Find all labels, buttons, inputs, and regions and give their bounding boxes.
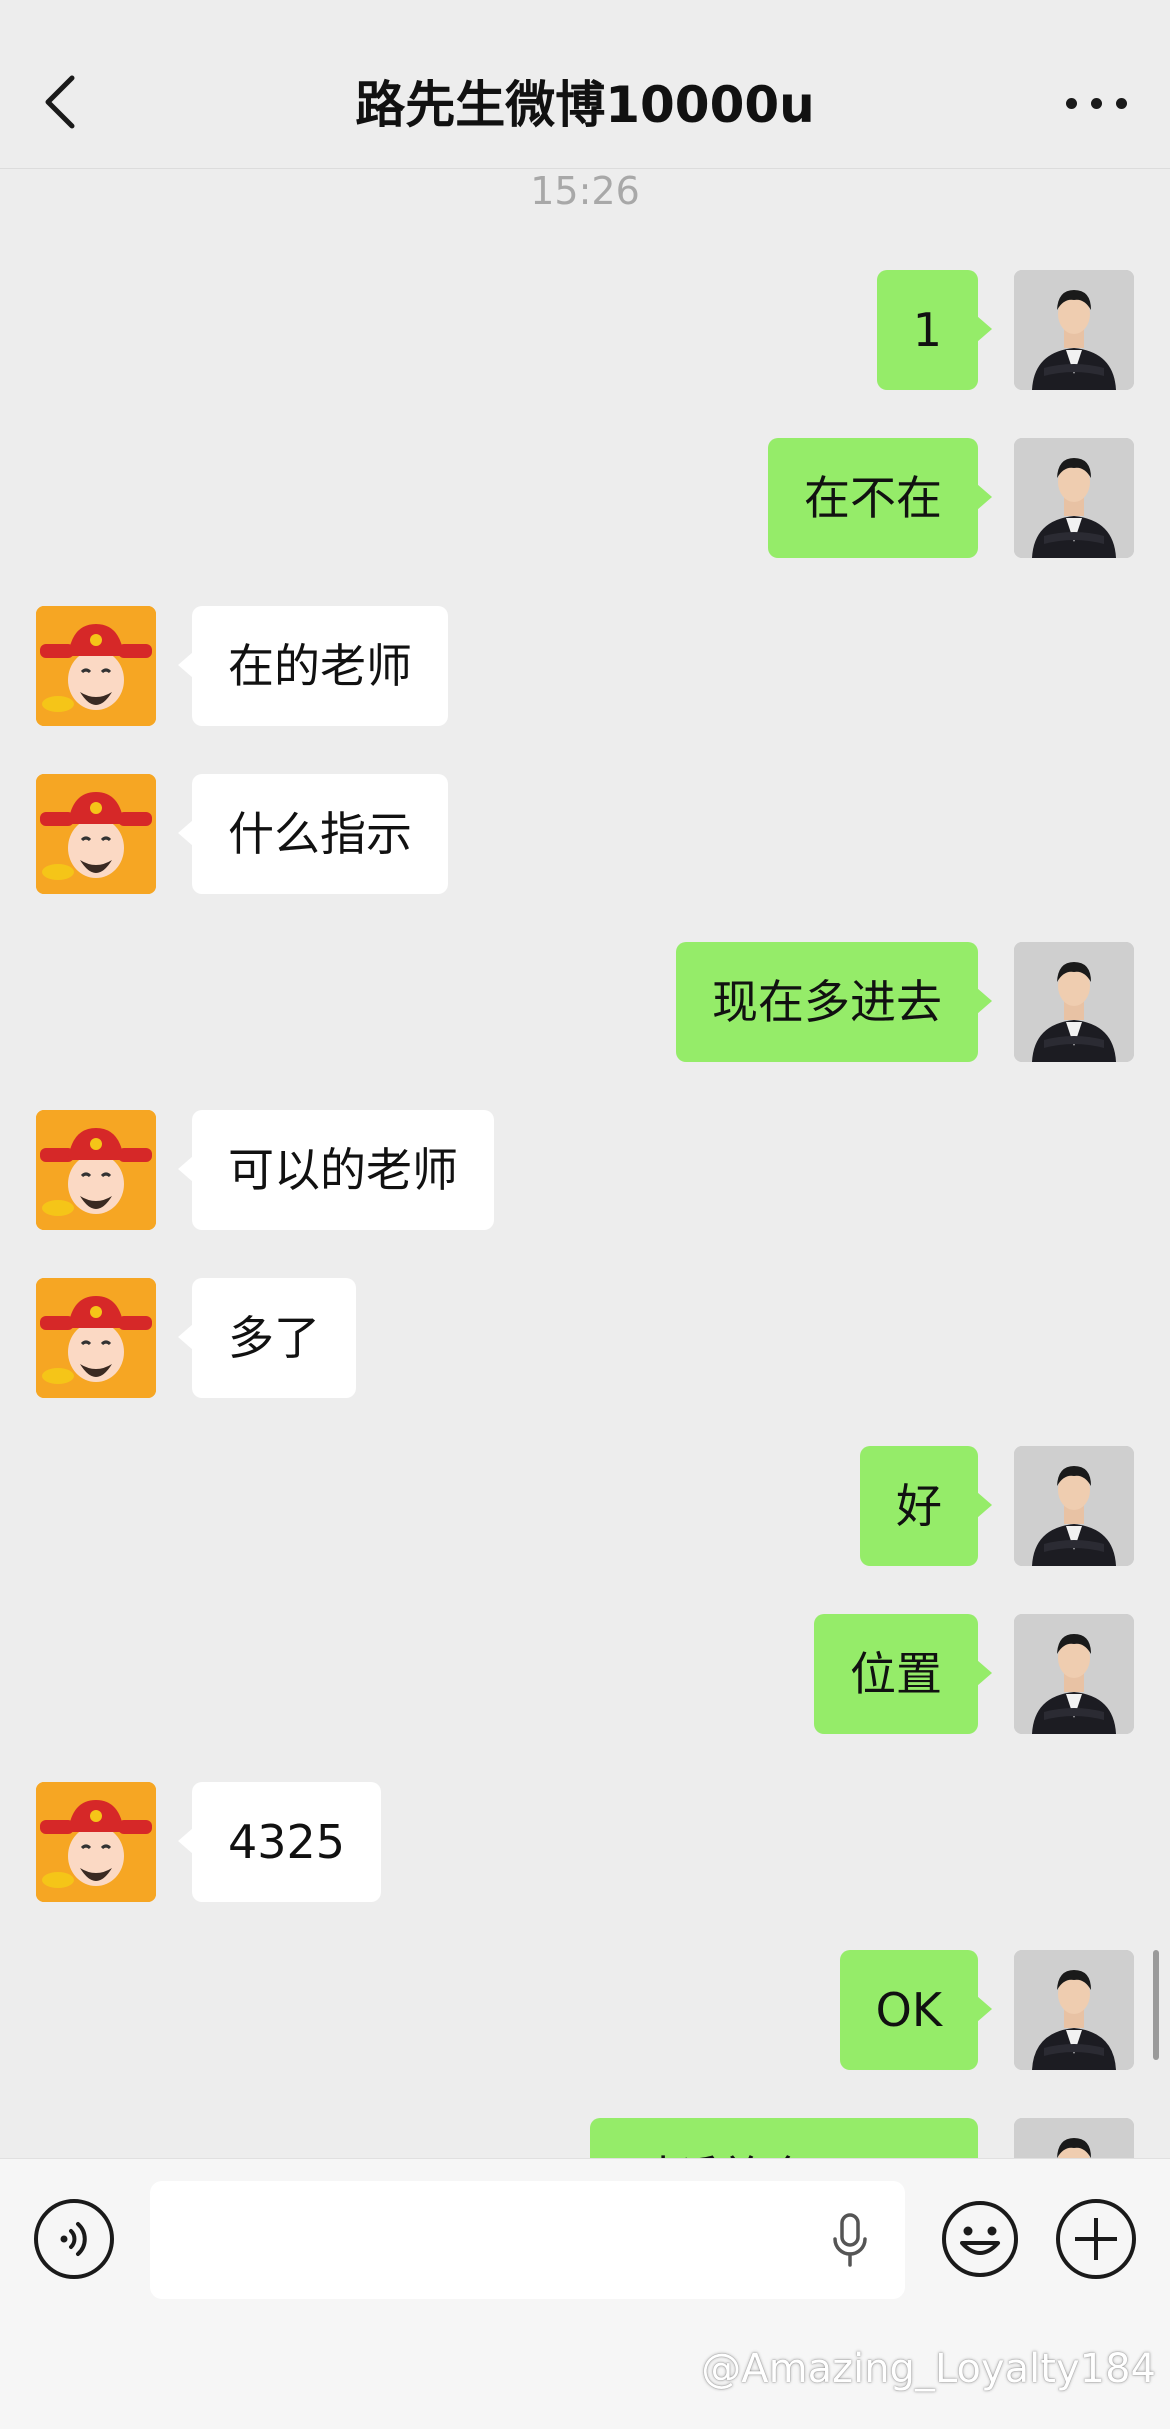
god-of-wealth-icon [36, 606, 156, 726]
message-bubble[interactable]: 什么指示 [178, 774, 448, 894]
message-sent: 现在多进去 [0, 942, 1170, 1062]
person-photo-icon [1014, 1950, 1134, 2070]
self-avatar[interactable] [1014, 1614, 1134, 1734]
contact-avatar[interactable] [36, 774, 156, 894]
message-timestamp: 15:26 [530, 169, 640, 213]
person-photo-icon [1014, 1614, 1134, 1734]
god-of-wealth-icon [36, 1110, 156, 1230]
microphone-icon[interactable] [830, 2211, 870, 2271]
plus-button[interactable] [1056, 2199, 1136, 2279]
chat-header: 路先生微博10000u [0, 0, 1170, 169]
self-avatar[interactable] [1014, 270, 1134, 390]
message-list[interactable]: 15:26 1 在不在 在的老师 什么指示 现在多进去 可以的老师 多了 好 位… [0, 0, 1170, 2160]
emoji-icon [942, 2201, 1018, 2277]
person-photo-icon [1014, 438, 1134, 558]
message-bubble[interactable]: 多了 [178, 1278, 356, 1398]
contact-avatar[interactable] [36, 606, 156, 726]
contact-avatar[interactable] [36, 1110, 156, 1230]
person-photo-icon [1014, 2118, 1134, 2160]
self-avatar[interactable] [1014, 942, 1134, 1062]
message-received: 可以的老师 [0, 1110, 1170, 1230]
contact-avatar[interactable] [36, 1782, 156, 1902]
message-bubble[interactable]: OK [839, 1950, 993, 2070]
message-bubble[interactable]: 时廷总仓 2312 [590, 2118, 978, 2160]
person-photo-icon [1014, 1446, 1134, 1566]
message-sent: 在不在 [0, 438, 1170, 558]
message-bubble[interactable]: 现在多进去 [676, 942, 992, 1062]
chevron-left-icon [45, 75, 75, 129]
voice-icon [60, 2222, 87, 2256]
more-button[interactable] [1062, 88, 1132, 118]
watermark: @Amazing_Loyalty184 [701, 2346, 1156, 2392]
back-button[interactable] [40, 66, 84, 142]
voice-button[interactable] [34, 2199, 114, 2279]
more-dots-icon [1066, 98, 1077, 109]
self-avatar[interactable] [1014, 2118, 1134, 2160]
message-bubble[interactable]: 位置 [814, 1614, 992, 1734]
message-received: 在的老师 [0, 606, 1170, 726]
message-sent: 好 [0, 1446, 1170, 1566]
message-bubble[interactable]: 1 [876, 270, 993, 390]
message-received: 4325 [0, 1782, 1170, 1902]
god-of-wealth-icon [36, 1278, 156, 1398]
message-bubble[interactable]: 可以的老师 [178, 1110, 494, 1230]
self-avatar[interactable] [1014, 1446, 1134, 1566]
message-received: 什么指示 [0, 774, 1170, 894]
message-sent: 1 [0, 270, 1170, 390]
self-avatar[interactable] [1014, 438, 1134, 558]
god-of-wealth-icon [36, 1782, 156, 1902]
contact-avatar[interactable] [36, 1278, 156, 1398]
message-received: 多了 [0, 1278, 1170, 1398]
message-sent: 位置 [0, 1614, 1170, 1734]
emoji-button[interactable] [940, 2199, 1020, 2279]
person-photo-icon [1014, 942, 1134, 1062]
scrollbar[interactable] [1153, 1950, 1159, 2060]
chat-title: 路先生微博10000u [355, 76, 815, 134]
person-photo-icon [1014, 270, 1134, 390]
god-of-wealth-icon [36, 774, 156, 894]
message-bubble[interactable]: 好 [860, 1446, 992, 1566]
message-input[interactable] [150, 2181, 905, 2299]
self-avatar[interactable] [1014, 1950, 1134, 2070]
message-bubble[interactable]: 4325 [177, 1782, 382, 1902]
message-sent: 时廷总仓 2312 [0, 2118, 1170, 2160]
message-bubble[interactable]: 在的老师 [178, 606, 448, 726]
message-sent: OK [0, 1950, 1170, 2070]
message-bubble[interactable]: 在不在 [768, 438, 992, 558]
